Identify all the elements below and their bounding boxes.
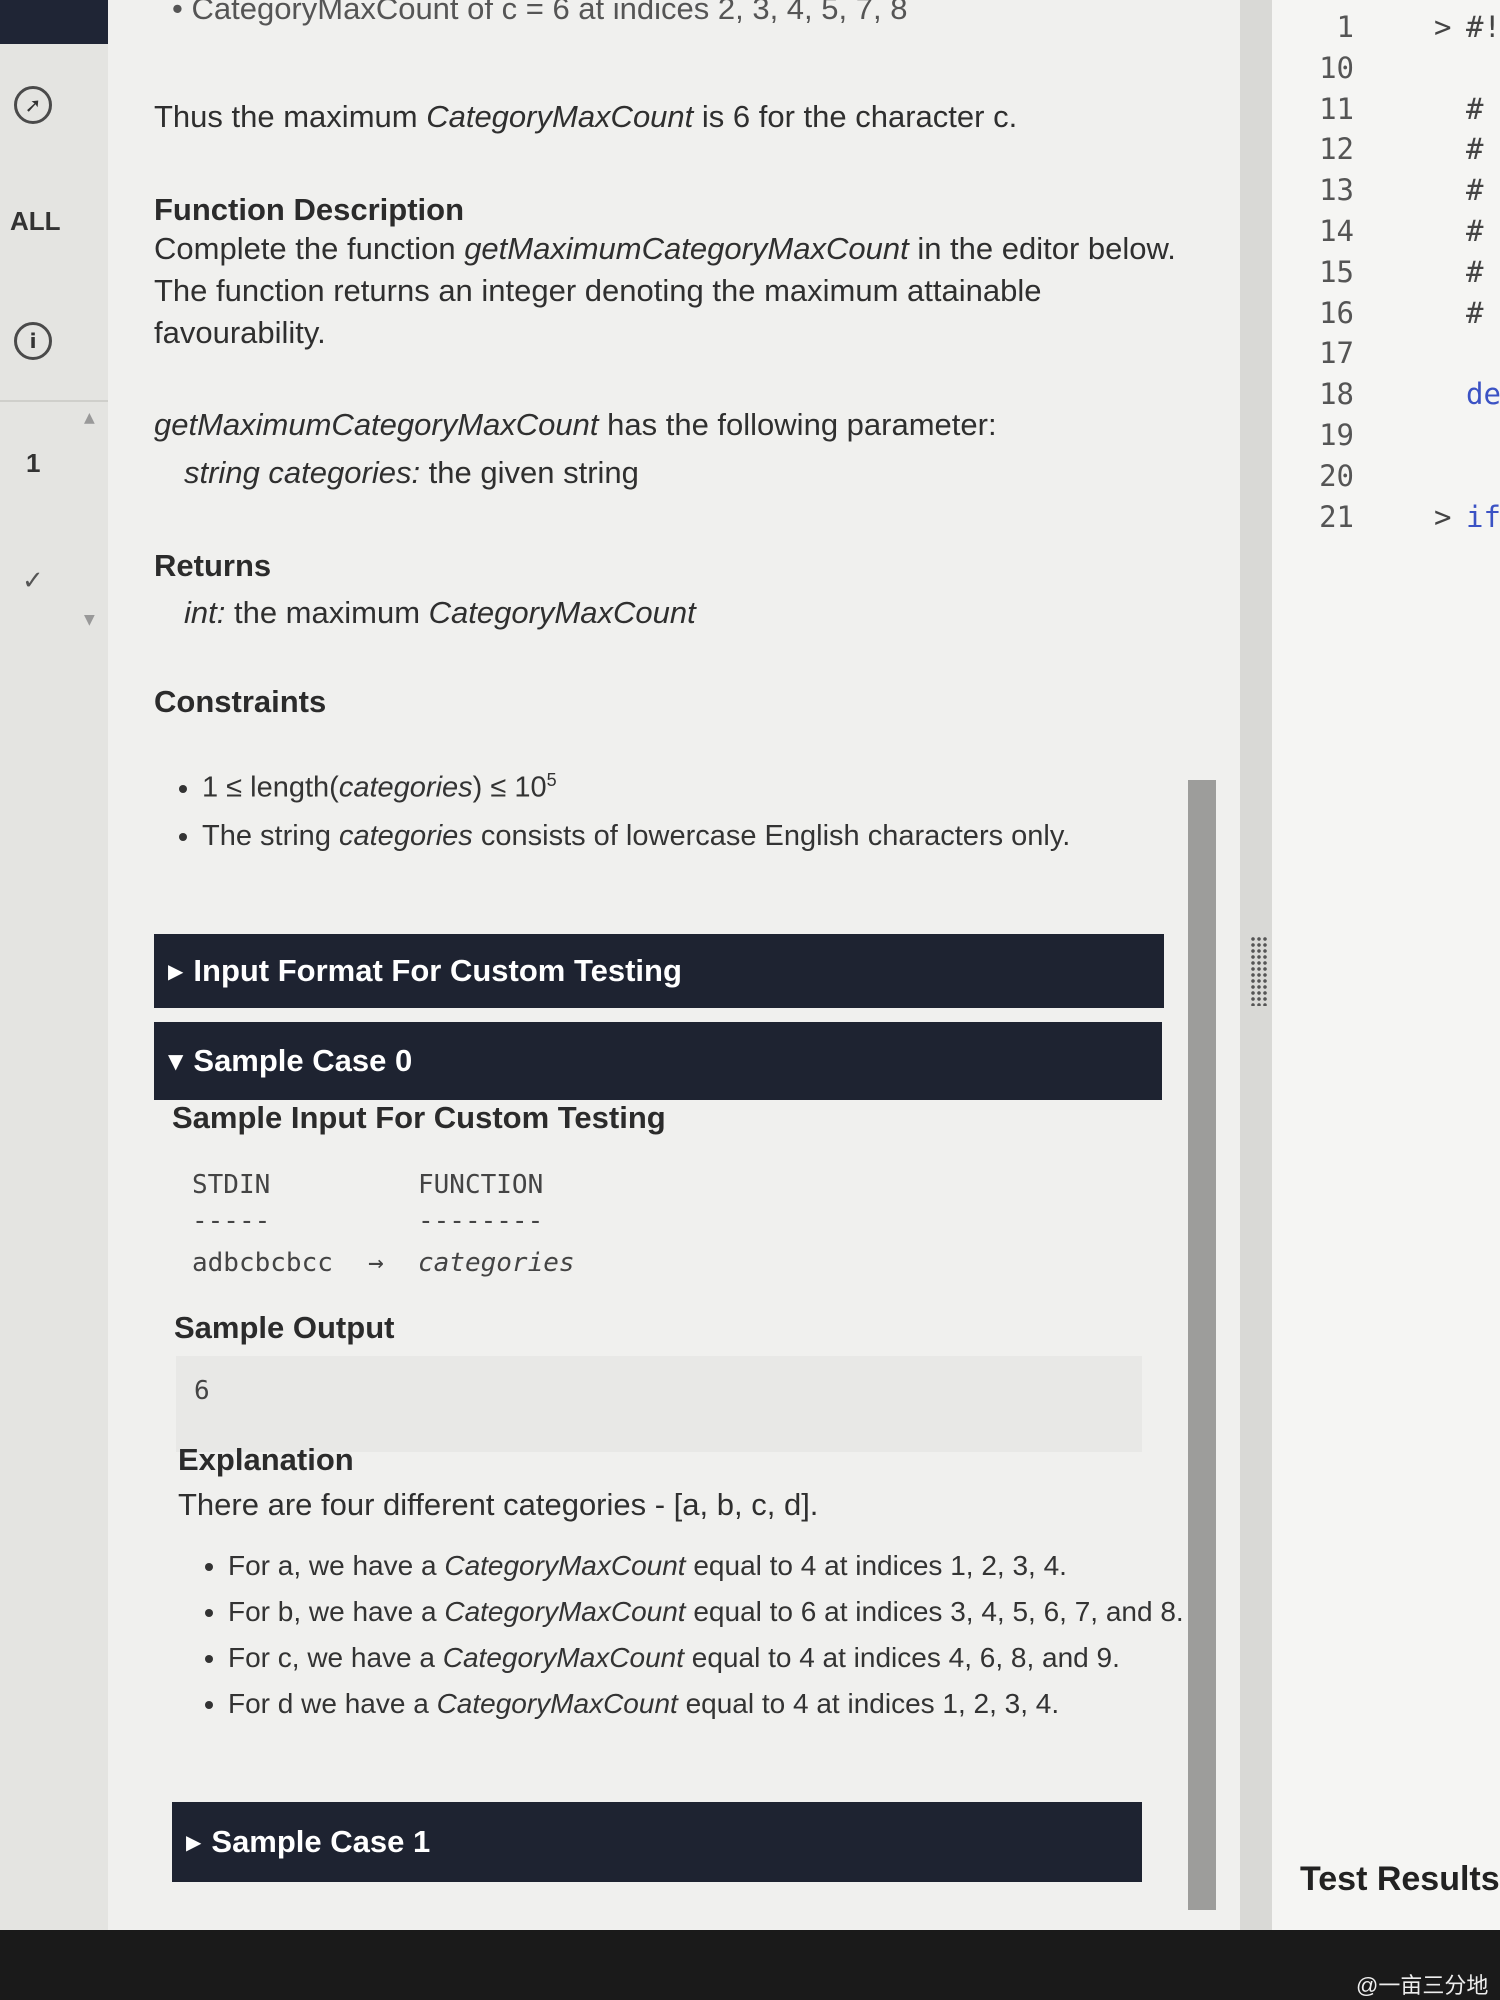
explanation-list: For a, we have a CategoryMaxCount equal … [188, 1546, 1188, 1724]
sample-output-box [176, 1356, 1142, 1452]
sample-input-heading: Sample Input For Custom Testing [172, 1100, 666, 1135]
info-icon[interactable]: i [14, 322, 52, 360]
function-divider: -------- [418, 1206, 544, 1236]
filter-all-label[interactable]: ALL [10, 206, 61, 237]
code-line[interactable]: # [1466, 92, 1483, 126]
sample-output-value: 6 [194, 1376, 210, 1406]
input-format-section-toggle[interactable]: ▶ Input Format For Custom Testing [154, 934, 1164, 1008]
test-results-tab[interactable]: Test Results [1300, 1860, 1500, 1899]
fold-chevron-icon[interactable]: > [1434, 500, 1451, 534]
line-number: 10 [1319, 50, 1354, 85]
parameter-line: string categories: the given string [184, 455, 639, 490]
line-number: 17 [1319, 336, 1354, 371]
description-scrollbar[interactable] [1188, 780, 1216, 1910]
code-line[interactable]: # [1466, 132, 1483, 166]
returns-heading: Returns [154, 548, 272, 583]
pane-resize-handle[interactable] [1250, 936, 1268, 1006]
code-line[interactable]: #! [1466, 10, 1500, 44]
stdin-divider: ----- [192, 1206, 271, 1236]
function-column-header: FUNCTION [418, 1170, 544, 1200]
function-value: categories [418, 1248, 575, 1278]
question-number[interactable]: 1 [26, 448, 40, 479]
line-number: 13 [1319, 173, 1354, 208]
sample-case-0-toggle[interactable]: ▼ Sample Case 0 [154, 1022, 1162, 1100]
fold-chevron-icon[interactable]: > [1434, 10, 1451, 44]
line-number: 15 [1319, 254, 1354, 289]
constraint-item: The string categories consists of lowerc… [202, 812, 1162, 860]
parameter-intro: getMaximumCategoryMaxCount has the follo… [154, 407, 997, 442]
code-editor[interactable] [1272, 0, 1500, 1960]
caret-right-icon: ▶ [186, 1830, 202, 1854]
line-number: 1 [1336, 10, 1354, 44]
rail-divider [0, 400, 108, 402]
watermark: @一亩三分地 [1356, 1973, 1489, 1998]
line-number: 18 [1319, 377, 1354, 412]
sample-output-heading: Sample Output [174, 1310, 395, 1345]
function-description-text: Complete the function getMaximumCategory… [154, 231, 1176, 350]
explanation-item: For b, we have a CategoryMaxCount equal … [228, 1592, 1188, 1632]
stdin-column-header: STDIN [192, 1170, 271, 1200]
left-rail: ➚ ALL i ▲ 1 ✓ ▼ [0, 0, 108, 1960]
line-number: 12 [1319, 132, 1354, 167]
line-number: 14 [1319, 214, 1354, 248]
arrow-icon: → [368, 1248, 384, 1278]
caret-down-icon: ▼ [168, 1049, 184, 1073]
rail-header [0, 0, 108, 44]
explanation-item: For c, we have a CategoryMaxCount equal … [228, 1638, 1188, 1678]
returns-line: int: the maximum CategoryMaxCount [184, 595, 696, 630]
function-description-heading: Function Description [154, 192, 464, 227]
explanation-intro: There are four different categories - [a… [178, 1487, 819, 1522]
line-number: 21 [1319, 499, 1354, 534]
check-icon: ✓ [22, 566, 44, 596]
cut-off-bullet: • CategoryMaxCount of c = 6 at indices 2… [172, 0, 908, 26]
line-number: 16 [1319, 295, 1354, 330]
caret-right-icon: ▶ [168, 959, 184, 983]
compass-icon[interactable]: ➚ [14, 86, 52, 124]
constraints-heading: Constraints [154, 684, 327, 719]
monitor-bezel [0, 1930, 1500, 2000]
constraints-list: 1 ≤ length(categories) ≤ 105 The string … [162, 756, 1162, 860]
chevron-up-icon[interactable]: ▲ [84, 410, 95, 426]
chevron-down-icon[interactable]: ▼ [84, 612, 95, 628]
explanation-item: For a, we have a CategoryMaxCount equal … [228, 1546, 1188, 1586]
code-line[interactable]: # [1466, 214, 1483, 248]
summary-text: Thus the maximum CategoryMaxCount is 6 f… [154, 99, 1018, 134]
code-line[interactable]: de [1466, 377, 1500, 411]
explanation-item: For d we have a CategoryMaxCount equal t… [228, 1684, 1188, 1724]
code-line[interactable]: # [1466, 173, 1483, 207]
code-line[interactable]: # [1466, 255, 1483, 289]
line-number: 20 [1319, 458, 1354, 493]
code-line[interactable]: if [1466, 500, 1500, 534]
code-line[interactable]: # [1466, 296, 1483, 330]
line-number: 19 [1319, 418, 1354, 452]
explanation-heading: Explanation [178, 1442, 354, 1477]
constraint-item: 1 ≤ length(categories) ≤ 105 [202, 756, 1162, 812]
stdin-value: adbcbcbcc [192, 1248, 333, 1278]
line-number: 11 [1319, 91, 1354, 126]
sample-case-1-toggle[interactable]: ▶ Sample Case 1 [172, 1802, 1142, 1882]
